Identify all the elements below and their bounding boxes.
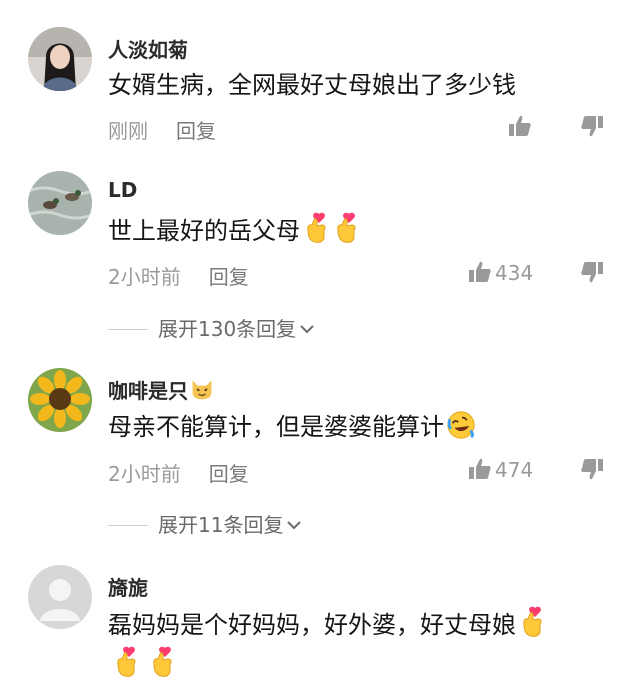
dislike-button[interactable] [580, 114, 604, 138]
reply-button[interactable]: 回复 [209, 265, 249, 289]
comment-text-content: 磊妈妈是个好妈妈，好外婆，好丈母娘 [108, 611, 516, 639]
thumb-up-icon [468, 260, 492, 284]
sunflower-avatar [28, 368, 92, 432]
timestamp: 刚刚 [108, 119, 148, 143]
comment-text-line2 [108, 646, 608, 682]
like-button[interactable] [508, 114, 532, 139]
timestamp: 2小时前 [108, 462, 181, 486]
expand-replies-button[interactable]: 展开11条回复 [108, 509, 303, 538]
reply-button[interactable]: 回复 [209, 462, 249, 486]
comment-text-content: 世上最好的岳父母 [108, 217, 300, 245]
like-button[interactable]: 434 [468, 260, 533, 285]
avatar[interactable] [28, 171, 92, 235]
comment-text-content: 母亲不能算计，但是婆婆能算计 [108, 413, 444, 441]
avatar[interactable] [28, 368, 92, 432]
thumb-down-icon [580, 457, 604, 481]
username-text: 咖啡是只 [108, 379, 188, 403]
like-count: 474 [495, 458, 534, 482]
finger-heart-emoji [332, 212, 360, 244]
comment-text: 女婿生病，全网最好丈母娘出了多少钱 [108, 71, 516, 99]
chevron-down-icon [298, 320, 316, 338]
thumb-up-icon [508, 114, 532, 138]
like-count: 434 [495, 261, 534, 285]
username[interactable]: 人淡如菊 [108, 34, 188, 63]
finger-heart-emoji [518, 606, 546, 638]
comment-meta: 2小时前 回复 [108, 261, 249, 290]
thumb-down-icon [580, 114, 604, 138]
comment-text: 母亲不能算计，但是婆婆能算计 [108, 410, 608, 444]
cat-face-emoji [192, 380, 212, 400]
reply-button[interactable]: 回复 [176, 119, 216, 143]
expand-replies-button[interactable]: 展开130条回复 [108, 313, 316, 342]
divider-line [108, 329, 148, 330]
comment-meta: 2小时前 回复 [108, 458, 249, 487]
finger-heart-emoji [148, 646, 176, 678]
ducks-on-water-avatar [28, 171, 92, 235]
expand-replies-label: 展开11条回复 [158, 513, 284, 537]
dislike-button[interactable] [580, 260, 604, 284]
portrait-woman-avatar [28, 27, 92, 91]
comment-meta: 刚刚 回复 [108, 115, 216, 144]
comment-text: 磊妈妈是个好妈妈，好外婆，好丈母娘 [108, 606, 608, 642]
comment-text: 世上最好的岳父母 [108, 212, 608, 248]
thumb-down-icon [580, 260, 604, 284]
avatar[interactable] [28, 565, 92, 629]
avatar[interactable] [28, 27, 92, 91]
username[interactable]: 咖啡是只 [108, 375, 214, 404]
finger-heart-emoji [302, 212, 330, 244]
default-user-avatar [28, 565, 92, 629]
username[interactable]: LD [108, 178, 137, 202]
like-button[interactable]: 474 [468, 457, 533, 482]
finger-heart-emoji [112, 646, 140, 678]
expand-replies-label: 展开130条回复 [158, 317, 297, 341]
thumb-up-icon [468, 457, 492, 481]
dislike-button[interactable] [580, 457, 604, 481]
divider-line [108, 525, 148, 526]
username[interactable]: 旖旎 [108, 572, 148, 601]
timestamp: 2小时前 [108, 265, 181, 289]
chevron-down-icon [285, 516, 303, 534]
rolling-laughing-emoji [446, 410, 476, 440]
